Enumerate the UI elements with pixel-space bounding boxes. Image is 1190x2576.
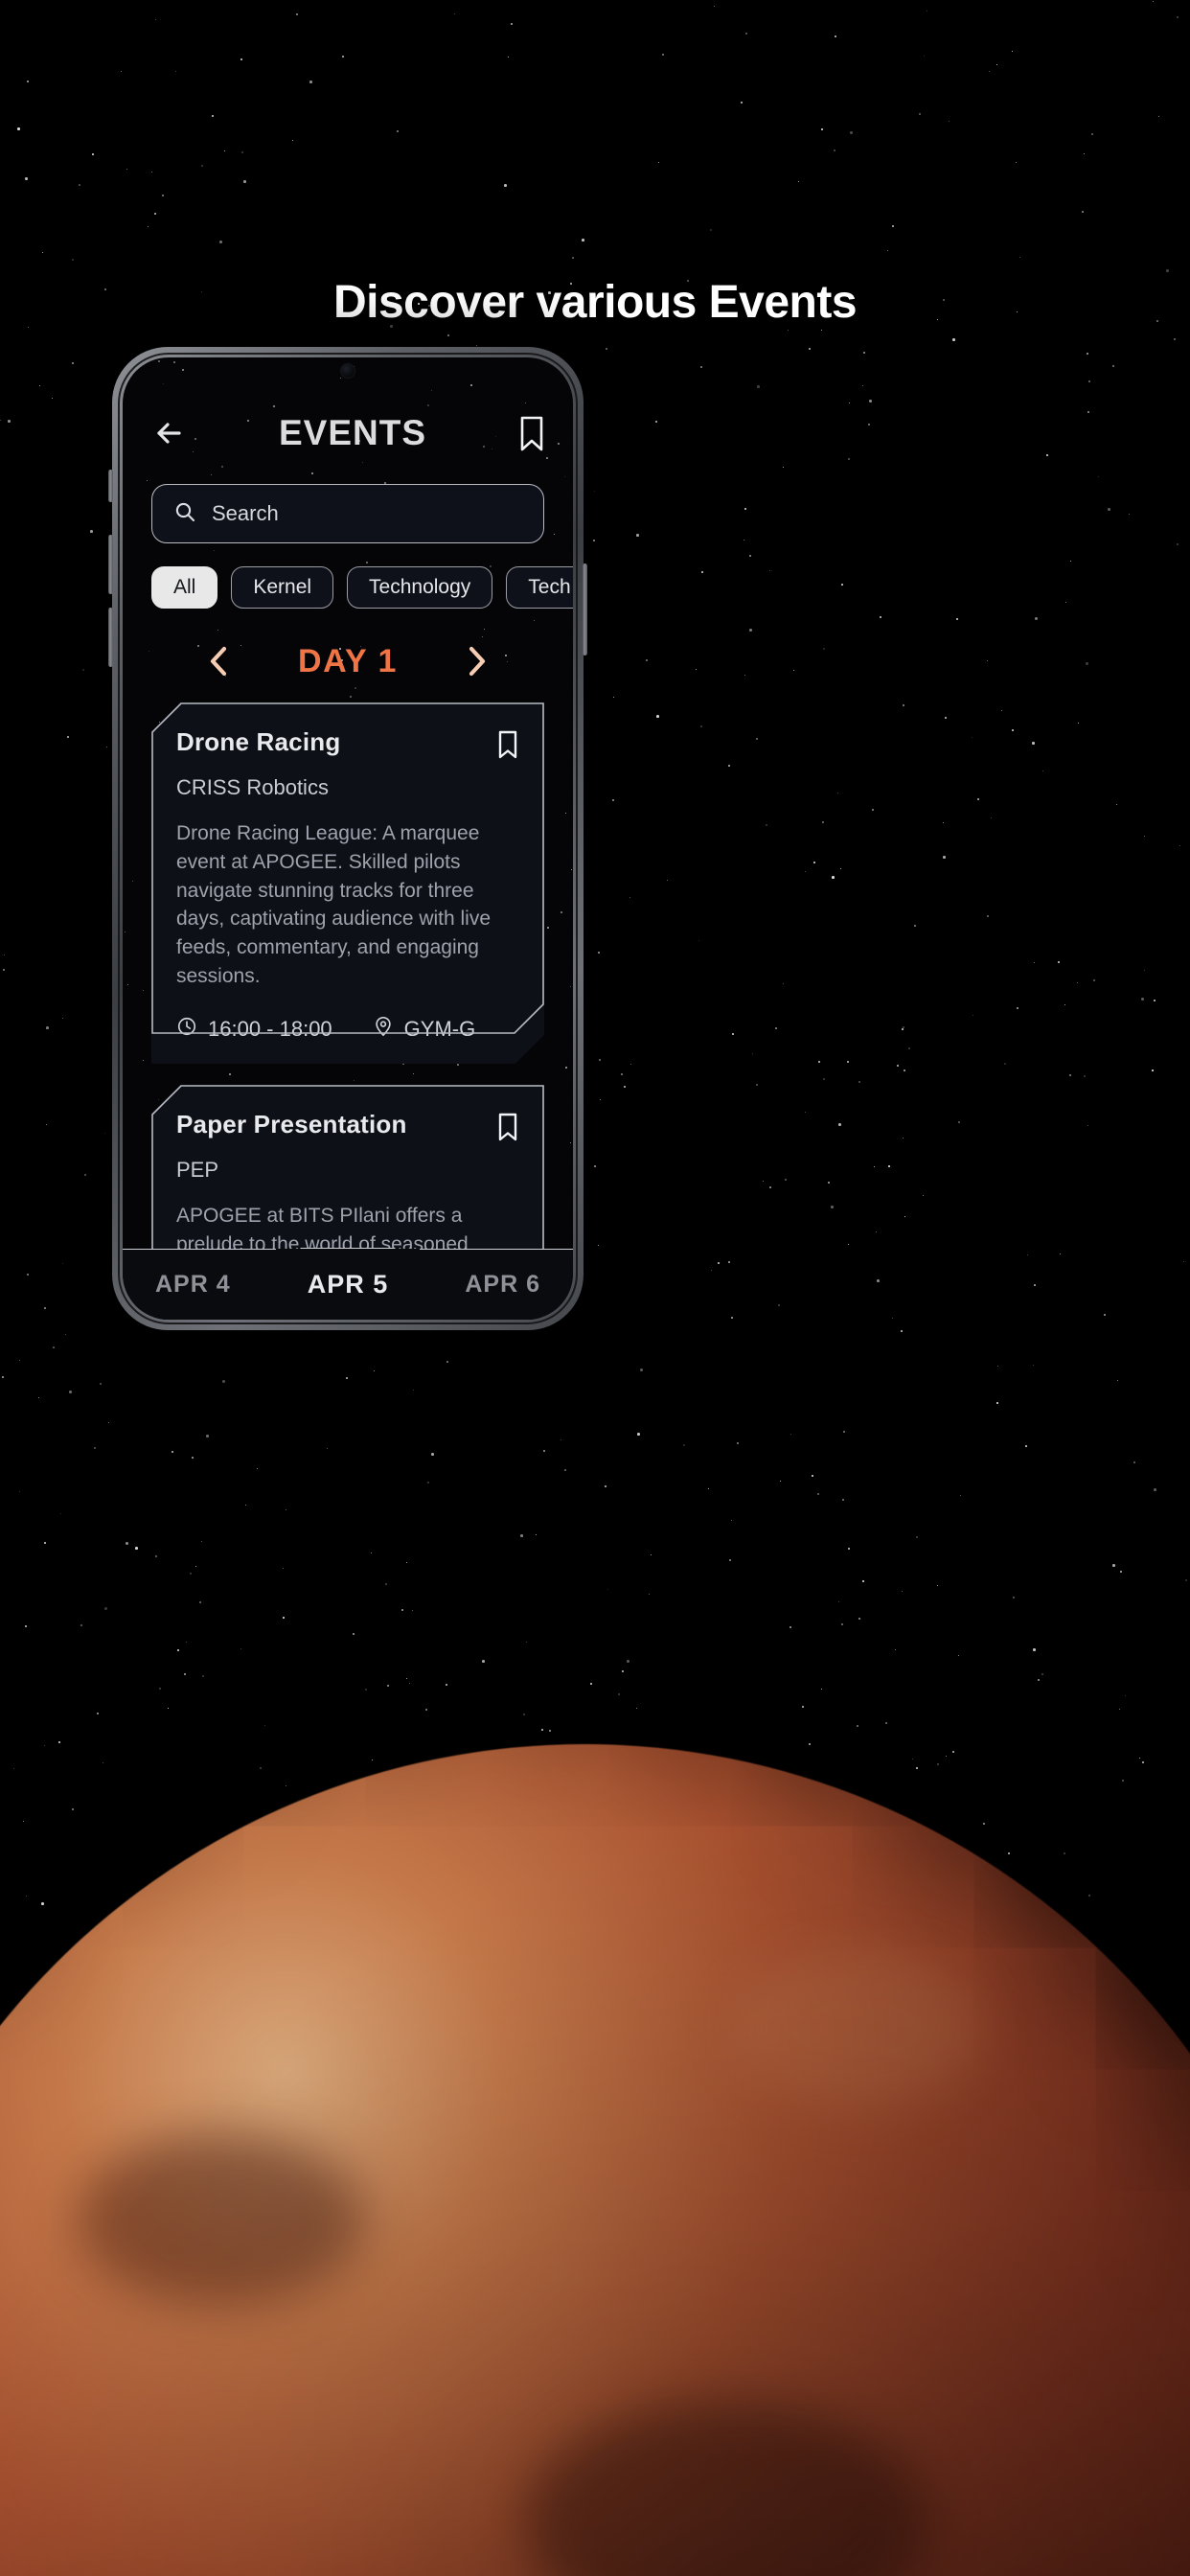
- event-organizer: CRISS Robotics: [176, 775, 329, 799]
- event-time: 16:00 - 18:00: [176, 1016, 332, 1043]
- arrow-left-icon[interactable]: [149, 414, 188, 452]
- bottom-bar-edge-right: [420, 1249, 573, 1250]
- date-next[interactable]: APR 6: [465, 1271, 540, 1299]
- promo-screenshot: Discover various Events EVENTS Search Al…: [0, 0, 1190, 2576]
- phone-screen: EVENTS Search All Kernel Technology Tech…: [123, 357, 573, 1320]
- bookmark-icon[interactable]: [496, 1112, 519, 1142]
- search-input[interactable]: Search: [151, 484, 544, 543]
- date-prev[interactable]: APR 4: [155, 1271, 231, 1299]
- search-icon: [173, 500, 196, 528]
- phone-silent-switch: [108, 470, 113, 502]
- filter-chip-kernel[interactable]: Kernel: [231, 566, 334, 609]
- events-app: EVENTS Search All Kernel Technology Tech…: [123, 357, 573, 1320]
- phone-mockup: EVENTS Search All Kernel Technology Tech…: [108, 347, 587, 1330]
- front-camera: [340, 363, 355, 379]
- date-bottom-bar: APR 4 APR 5 APR 6: [123, 1249, 573, 1320]
- search-placeholder: Search: [212, 501, 279, 525]
- clock-icon: [176, 1016, 197, 1043]
- phone-volume-down-button: [108, 608, 113, 667]
- event-title: Paper Presentation: [176, 1109, 407, 1138]
- day-label: DAY 1: [298, 642, 398, 679]
- events-list[interactable]: Drone Racing CRISS Robotics Drone Racing…: [123, 691, 573, 1320]
- event-time-text: 16:00 - 18:00: [208, 1016, 332, 1041]
- event-description: Drone Racing League: A marquee event at …: [176, 822, 492, 988]
- event-location: GYM-G: [373, 1016, 476, 1043]
- phone-volume-up-button: [108, 535, 113, 594]
- phone-power-button: [583, 564, 587, 656]
- planet-shading: [0, 1744, 1190, 2576]
- bookmark-icon[interactable]: [517, 414, 546, 452]
- filter-chip-technology[interactable]: Technology: [347, 566, 493, 609]
- event-title: Drone Racing: [176, 727, 341, 756]
- event-card[interactable]: Drone Racing CRISS Robotics Drone Racing…: [151, 702, 544, 1064]
- event-meta: 16:00 - 18:00 GYM-G: [176, 1016, 519, 1043]
- promo-headline: Discover various Events: [332, 277, 858, 328]
- filter-chip-all[interactable]: All: [151, 566, 218, 609]
- bookmark-icon[interactable]: [496, 729, 519, 760]
- map-pin-icon: [373, 1016, 394, 1043]
- event-organizer: PEP: [176, 1157, 219, 1182]
- filter-chip-row[interactable]: All Kernel Technology Tech: [123, 564, 573, 610]
- date-current[interactable]: APR 5: [308, 1270, 389, 1300]
- page-title: EVENTS: [278, 413, 427, 452]
- chevron-left-icon[interactable]: [206, 645, 231, 678]
- event-location-text: GYM-G: [403, 1016, 476, 1041]
- chevron-right-icon[interactable]: [465, 645, 490, 678]
- filter-chip-tech[interactable]: Tech: [506, 566, 573, 609]
- day-navigation: DAY 1: [123, 632, 573, 691]
- bottom-bar-edge-left: [123, 1249, 276, 1250]
